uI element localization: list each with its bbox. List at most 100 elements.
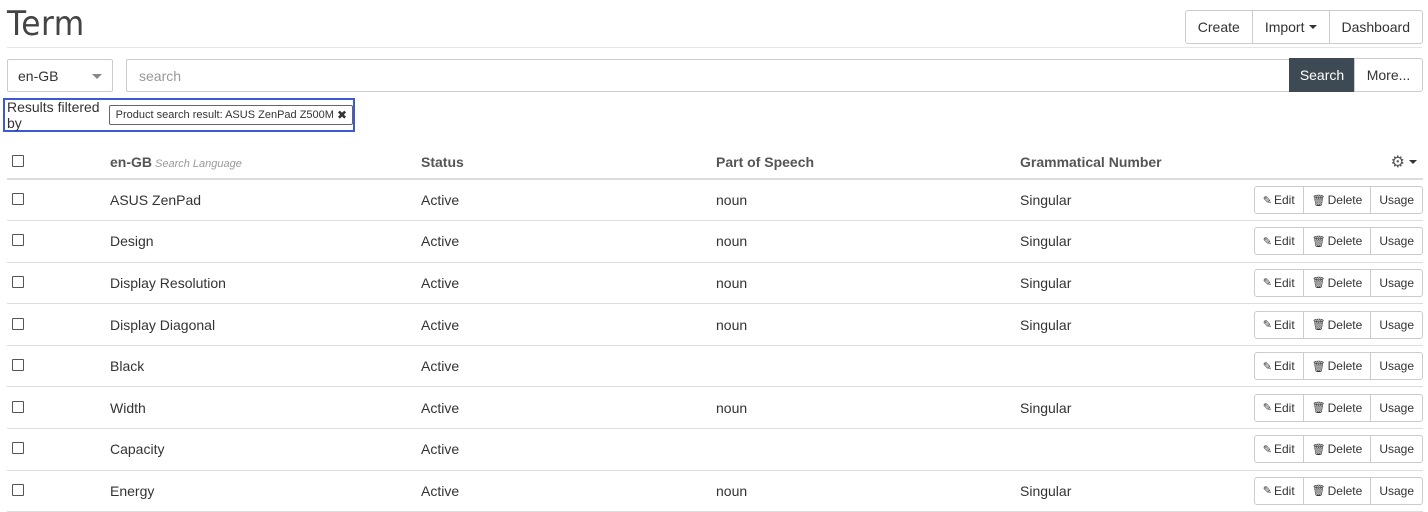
delete-button[interactable]: 🗑 Delete — [1302, 352, 1372, 381]
delete-button[interactable]: 🗑 Delete — [1302, 186, 1372, 215]
page-title: Term — [7, 4, 85, 44]
row-checkbox[interactable] — [12, 359, 24, 372]
usage-button[interactable]: Usage — [1370, 268, 1423, 297]
row-grammatical-number — [1020, 345, 1238, 388]
gear-icon[interactable]: ⚙ — [1391, 152, 1417, 172]
row-part-of-speech: noun — [716, 303, 1020, 346]
row-term: Width — [110, 386, 421, 430]
usage-label: Usage — [1379, 400, 1414, 415]
table-row: Display Diagonal Active noun Singular ✎ E… — [7, 303, 1423, 346]
row-actions-cell: ✎ Edit 🗑 Delete Usage — [1238, 220, 1423, 263]
column-term-sublabel: Search Language — [155, 158, 242, 170]
terms-table: en-GB Search Language Status Part of Spee… — [7, 146, 1423, 512]
delete-button[interactable]: 🗑 Delete — [1302, 227, 1372, 256]
row-checkbox[interactable] — [12, 275, 24, 288]
delete-label: Delete — [1327, 234, 1363, 249]
row-term: Display Resolution — [110, 262, 421, 305]
search-input[interactable] — [126, 59, 1290, 92]
delete-label: Delete — [1327, 317, 1363, 332]
row-grammatical-number: Singular — [1020, 303, 1238, 346]
usage-button[interactable]: Usage — [1370, 352, 1423, 381]
caret-down-icon — [1308, 25, 1317, 29]
row-grammatical-number: Singular — [1020, 262, 1238, 305]
usage-button[interactable]: Usage — [1370, 227, 1423, 256]
chevron-down-icon — [92, 74, 102, 79]
row-checkbox[interactable] — [12, 400, 24, 413]
edit-button[interactable]: ✎ Edit — [1253, 227, 1304, 256]
column-header-status[interactable]: Status — [421, 146, 716, 180]
column-header-grammatical-number[interactable]: Grammatical Number — [1020, 146, 1238, 180]
edit-button[interactable]: ✎ Edit — [1253, 186, 1304, 215]
edit-label: Edit — [1273, 483, 1295, 498]
column-term-label: en-GB — [110, 154, 152, 170]
edit-label: Edit — [1273, 275, 1295, 290]
usage-button[interactable]: Usage — [1370, 435, 1423, 464]
search-button-label: Search — [1299, 67, 1345, 83]
delete-button[interactable]: 🗑 Delete — [1302, 435, 1372, 464]
table-row: Width Active noun Singular ✎ Edit 🗑 Delete… — [7, 386, 1423, 430]
row-checkbox[interactable] — [12, 234, 24, 247]
usage-button[interactable]: Usage — [1370, 476, 1423, 505]
column-header-term[interactable]: en-GB Search Language — [110, 146, 421, 180]
edit-button[interactable]: ✎ Edit — [1253, 310, 1304, 339]
delete-button[interactable]: 🗑 Delete — [1302, 310, 1372, 339]
edit-label: Edit — [1273, 317, 1295, 332]
edit-button[interactable]: ✎ Edit — [1253, 476, 1304, 505]
row-status: Active — [421, 345, 716, 388]
usage-label: Usage — [1379, 234, 1414, 249]
delete-button[interactable]: 🗑 Delete — [1302, 268, 1372, 297]
dashboard-button[interactable]: Dashboard — [1328, 10, 1423, 44]
title-divider — [7, 47, 1422, 48]
row-actions-cell: ✎ Edit 🗑 Delete Usage — [1238, 179, 1423, 222]
language-select[interactable]: en-GB — [7, 59, 113, 92]
delete-button[interactable]: 🗑 Delete — [1302, 476, 1372, 505]
usage-button[interactable]: Usage — [1370, 393, 1423, 422]
edit-button[interactable]: ✎ Edit — [1253, 352, 1304, 381]
row-part-of-speech: noun — [716, 220, 1020, 263]
more-options-button[interactable]: More... — [1354, 58, 1423, 92]
close-icon[interactable]: ✖ — [337, 108, 347, 122]
row-part-of-speech: noun — [716, 179, 1020, 222]
filter-bar: Results filtered by Product search resul… — [3, 98, 355, 132]
row-grammatical-number: Singular — [1020, 386, 1238, 430]
row-actions-cell: ✎ Edit 🗑 Delete Usage — [1238, 428, 1423, 471]
delete-button[interactable]: 🗑 Delete — [1302, 393, 1372, 422]
row-actions-cell: ✎ Edit 🗑 Delete Usage — [1238, 303, 1423, 346]
row-checkbox-cell — [7, 220, 110, 263]
usage-button[interactable]: Usage — [1370, 186, 1423, 215]
edit-button[interactable]: ✎ Edit — [1253, 393, 1304, 422]
row-checkbox[interactable] — [12, 317, 24, 330]
usage-button[interactable]: Usage — [1370, 310, 1423, 339]
row-checkbox[interactable] — [12, 442, 24, 455]
row-status: Active — [421, 303, 716, 346]
delete-label: Delete — [1327, 400, 1363, 415]
row-status: Active — [421, 220, 716, 263]
row-checkbox[interactable] — [12, 483, 24, 496]
row-status: Active — [421, 386, 716, 430]
edit-button[interactable]: ✎ Edit — [1253, 268, 1304, 297]
table-header-row: en-GB Search Language Status Part of Spee… — [7, 146, 1423, 180]
import-dropdown-button[interactable]: Import — [1251, 10, 1330, 44]
filter-tag-text: Product search result: ASUS ZenPad Z500M — [115, 109, 334, 121]
column-status-label: Status — [421, 154, 464, 170]
column-header-part-of-speech[interactable]: Part of Speech — [716, 146, 1020, 180]
usage-label: Usage — [1379, 359, 1414, 374]
more-button-label: More... — [1366, 67, 1411, 83]
table-row: Energy Active noun Singular ✎ Edit 🗑 Delet… — [7, 470, 1423, 512]
import-button-label: Import — [1264, 19, 1305, 35]
search-button[interactable]: Search — [1289, 58, 1355, 92]
trash-icon: 🗑 — [1311, 360, 1326, 373]
row-part-of-speech: noun — [716, 470, 1020, 512]
row-action-group: ✎ Edit 🗑 Delete Usage — [1238, 186, 1423, 215]
row-checkbox[interactable] — [12, 193, 24, 206]
row-grammatical-number: Singular — [1020, 179, 1238, 222]
delete-label: Delete — [1327, 483, 1363, 498]
caret-down-icon — [1409, 160, 1417, 164]
edit-button[interactable]: ✎ Edit — [1253, 435, 1304, 464]
row-action-group: ✎ Edit 🗑 Delete Usage — [1238, 227, 1423, 256]
row-checkbox-cell — [7, 428, 110, 471]
create-button[interactable]: Create — [1184, 10, 1253, 44]
pencil-icon: ✎ — [1262, 194, 1272, 207]
select-all-checkbox[interactable] — [12, 155, 24, 167]
row-action-group: ✎ Edit 🗑 Delete Usage — [1238, 310, 1423, 339]
